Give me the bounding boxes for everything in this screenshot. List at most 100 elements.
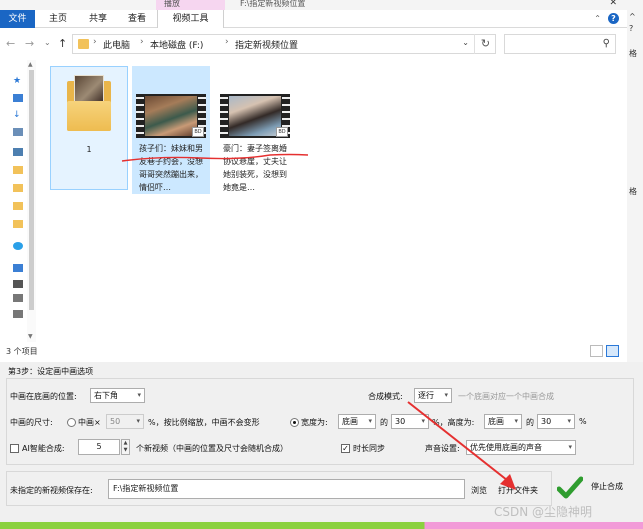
- scale-percent-value: 50: [110, 417, 121, 426]
- address-dropdown-icon[interactable]: ⌄: [462, 38, 469, 47]
- back-button[interactable]: ←: [6, 37, 15, 50]
- item-count: 3 个项目: [6, 347, 38, 356]
- breadcrumb-separator: ›: [93, 37, 97, 47]
- chevron-down-icon: ▾: [568, 443, 572, 451]
- folder-icon: [78, 39, 89, 49]
- mode-label: 合成模式:: [368, 392, 403, 401]
- edge-label: 格: [629, 49, 637, 58]
- downloads-icon[interactable]: ↓: [13, 110, 23, 120]
- file-list: 1 BD 孩子们：妹妹和男友巷子约会，没想哥哥突然蹦出来，情侣吓… BD 豪门：…: [36, 60, 627, 342]
- context-tab-header: 播放: [156, 0, 225, 10]
- video-thumbnail-icon: BD: [220, 94, 290, 138]
- height-percent-select[interactable]: 30 ▾: [537, 414, 575, 429]
- step-title: 第3步：设定画中画选项: [8, 367, 94, 376]
- percent-sign: %: [579, 417, 587, 426]
- save-location-label: 未指定的新视频保存在:: [10, 486, 93, 495]
- ai-checkbox[interactable]: [10, 444, 19, 453]
- video-badge: BD: [192, 127, 204, 137]
- list-item[interactable]: 1: [50, 66, 128, 190]
- width-label: 宽度为:: [301, 418, 328, 427]
- breadcrumb-separator: ›: [225, 37, 229, 47]
- background-window-edge: ^ ? 格 格: [627, 0, 643, 362]
- recent-locations-button[interactable]: ⌄: [44, 38, 51, 47]
- quick-access-star-icon[interactable]: ★: [13, 76, 23, 86]
- position-select[interactable]: 右下角 ▾: [90, 388, 145, 403]
- breadcrumb-current-folder[interactable]: 指定新视频位置: [235, 38, 298, 51]
- width-height-radio[interactable]: [290, 418, 299, 427]
- list-item[interactable]: BD 豪门：妻子签离婚协议悬崖，丈夫让她别装死，没想到她竟是…: [216, 66, 294, 192]
- this-pc-icon[interactable]: [13, 264, 23, 272]
- help-icon[interactable]: ?: [608, 13, 619, 24]
- scale-radio[interactable]: [67, 418, 76, 427]
- pictures-icon[interactable]: [13, 148, 23, 156]
- video-thumbnail-icon: BD: [136, 94, 206, 138]
- tab-video-tools[interactable]: 视频工具: [157, 10, 224, 28]
- forward-button[interactable]: →: [25, 37, 34, 50]
- start-check-icon[interactable]: [557, 475, 583, 501]
- ai-count-input[interactable]: 5: [78, 439, 120, 455]
- window-title: F:\指定新视频位置: [240, 0, 306, 8]
- mode-select-value: 逐行: [418, 391, 434, 400]
- tab-view[interactable]: 查看: [122, 10, 152, 28]
- width-ref-select[interactable]: 底画 ▾: [338, 414, 376, 429]
- red-annotation-underline: [121, 153, 309, 162]
- title-bar: 播放 F:\指定新视频位置 ✕: [0, 0, 627, 10]
- search-input[interactable]: ⚲: [504, 34, 616, 54]
- large-icons-view-icon[interactable]: [606, 345, 619, 357]
- folder-icon[interactable]: [13, 166, 23, 174]
- tab-home[interactable]: 主页: [43, 10, 73, 28]
- size-label: 中画的尺寸:: [10, 418, 53, 427]
- position-label: 中画在底画的位置:: [10, 392, 77, 401]
- drive-icon[interactable]: [13, 280, 23, 288]
- address-bar[interactable]: › 此电脑 › 本地磁盘 (F:) › 指定新视频位置 ⌄: [72, 34, 496, 54]
- item-name: 1: [86, 145, 92, 154]
- ai-label: AI智能合成:: [22, 444, 65, 453]
- drive-icon[interactable]: [13, 294, 23, 302]
- duration-sync-checkbox[interactable]: ✓: [341, 444, 350, 453]
- onedrive-icon[interactable]: [13, 242, 23, 250]
- context-header-label: 播放: [164, 0, 180, 8]
- breadcrumb-this-pc[interactable]: 此电脑: [103, 38, 130, 51]
- bottom-progress-strip: [0, 522, 643, 529]
- scroll-up-icon[interactable]: ▲: [28, 61, 33, 68]
- chevron-down-icon: ▾: [567, 417, 571, 425]
- tab-file[interactable]: 文件: [0, 10, 35, 28]
- collapse-ribbon-icon[interactable]: ⌃: [594, 14, 601, 23]
- tab-share[interactable]: 共享: [83, 10, 113, 28]
- status-bar: 3 个项目: [0, 342, 627, 362]
- edge-label: 格: [629, 187, 637, 196]
- chevron-down-icon: ▾: [136, 417, 140, 425]
- edge-label: ?: [629, 24, 634, 33]
- ai-count-stepper[interactable]: ▲ ▼: [121, 439, 130, 455]
- folder-icon[interactable]: [13, 202, 23, 210]
- breadcrumb-separator: ›: [140, 37, 144, 47]
- refresh-button[interactable]: ↻: [474, 34, 496, 54]
- red-annotation-arrow: [407, 401, 516, 490]
- folder-icon[interactable]: [13, 220, 23, 228]
- folder-thumbnail-icon: [67, 75, 111, 131]
- documents-icon[interactable]: [13, 128, 23, 136]
- file-explorer-window: 播放 F:\指定新视频位置 ✕ 文件 主页 共享 查看 视频工具 ⌃ ? ← →…: [0, 0, 627, 362]
- position-select-value: 右下角: [94, 391, 118, 400]
- search-icon: ⚲: [602, 38, 610, 49]
- scale-percent-select[interactable]: 50 ▾: [106, 414, 144, 429]
- ribbon-tabs: 文件 主页 共享 查看 视频工具 ⌃ ?: [0, 10, 627, 28]
- breadcrumb-drive-f[interactable]: 本地磁盘 (F:): [150, 38, 203, 51]
- close-window-button[interactable]: ✕: [609, 0, 617, 8]
- scroll-down-icon[interactable]: ▼: [28, 333, 33, 340]
- details-view-icon[interactable]: [590, 345, 603, 357]
- duration-sync-label: 时长同步: [353, 444, 385, 453]
- folder-icon[interactable]: [13, 184, 23, 192]
- video-badge: BD: [276, 127, 288, 137]
- scrollbar-thumb[interactable]: [29, 70, 34, 310]
- scale-label: 中画×: [78, 418, 101, 427]
- desktop-icon[interactable]: [13, 94, 23, 102]
- drive-icon[interactable]: [13, 310, 23, 318]
- watermark: CSDN @尘隐神明: [494, 505, 593, 519]
- chevron-down-icon: ▾: [137, 391, 141, 399]
- nav-pane-scrollbar[interactable]: ▲ ▼: [27, 60, 36, 342]
- up-button[interactable]: ↑: [58, 37, 67, 50]
- chevron-down-icon: ▾: [368, 417, 372, 425]
- stop-compose-button[interactable]: 停止合成: [591, 481, 623, 492]
- list-item[interactable]: BD 孩子们：妹妹和男友巷子约会，没想哥哥突然蹦出来，情侣吓…: [132, 66, 210, 194]
